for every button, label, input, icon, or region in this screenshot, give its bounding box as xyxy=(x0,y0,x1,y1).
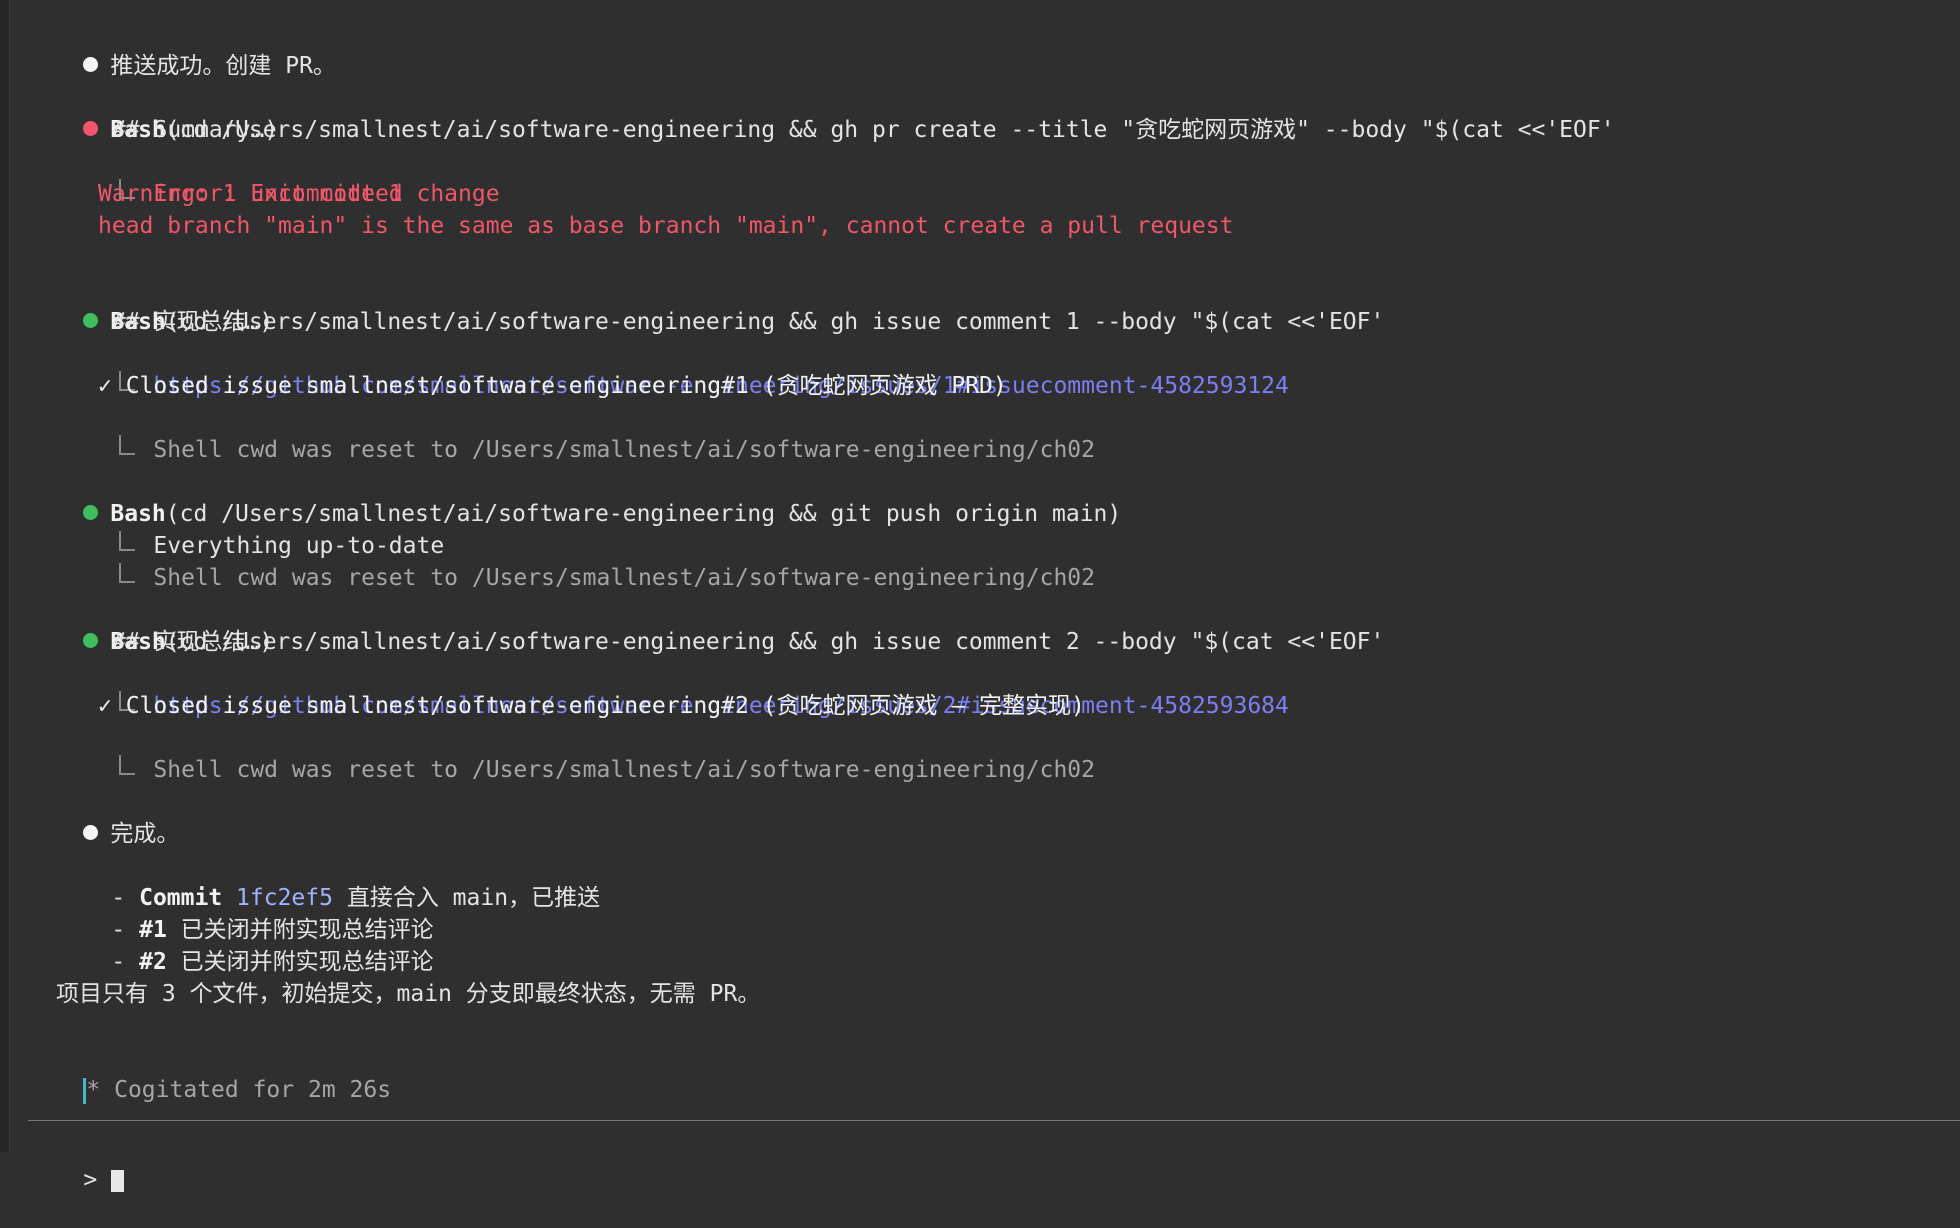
summary-bullet: - #1 已关闭并附实现总结评论 xyxy=(56,882,433,943)
tool-command: (cd /Users/smallnest/ai/software-enginee… xyxy=(165,309,1385,335)
cwd-reset-note: Shell cwd was reset to /Users/smallnest/… xyxy=(153,437,1095,463)
tool-output-line: Shell cwd was reset to /Users/smallnest/… xyxy=(64,530,1095,591)
tool-output-line: https://github.com/smallnest/software-en… xyxy=(64,658,1289,719)
error-detail-text: head branch "main" is the same as base b… xyxy=(98,213,1234,239)
tree-branch-icon xyxy=(119,754,136,775)
error-dot-icon xyxy=(83,121,99,136)
cwd-reset-note: Shell cwd was reset to /Users/smallnest/… xyxy=(153,565,1095,591)
terminal-output: 推送成功。创建 PR。 Bash(cd /Users/smallnest/ai/… xyxy=(28,0,1960,1193)
prompt-symbol: > xyxy=(83,1167,98,1193)
tool-command-continuation: ## Summary…) xyxy=(112,117,279,143)
tool-command-continuation: ## 实现总结…) xyxy=(112,629,274,655)
tool-call-header: Bash(cd /Users/smallnest/ai/software-eng… xyxy=(28,594,1384,655)
assistant-message: 完成。 xyxy=(28,786,179,847)
status-dot-icon xyxy=(83,57,99,72)
message-text: 推送成功。创建 PR。 xyxy=(110,53,336,79)
prompt-input[interactable]: > xyxy=(28,1132,125,1193)
bullet-text: 已关闭并附实现总结评论 xyxy=(166,949,434,975)
tool-output-line: Shell cwd was reset to /Users/smallnest/… xyxy=(64,722,1095,783)
input-divider xyxy=(28,1120,1960,1121)
status-dot-icon xyxy=(83,825,99,840)
status-text: Cogitated for 2m 26s xyxy=(114,1077,392,1103)
tool-output-line: https://github.com/smallnest/software-en… xyxy=(64,338,1289,399)
tool-command-continuation: ## 实现总结…) xyxy=(112,309,274,335)
success-dot-icon xyxy=(83,633,99,648)
tool-output-line: Everything up-to-date xyxy=(64,498,444,559)
warning-text: Warning: 1 uncommitted change xyxy=(98,181,500,207)
tool-call-header: Bash(cd /Users/smallnest/ai/software-eng… xyxy=(28,82,1615,143)
tool-output-line: Error: Exit code 1 xyxy=(64,146,403,207)
assistant-message: 推送成功。创建 PR。 xyxy=(28,18,336,79)
spinner-icon: * xyxy=(86,1077,101,1103)
summary-final-text: 项目只有 3 个文件，初始提交，main 分支即最终状态，无需 PR。 xyxy=(56,981,761,1007)
closed-issue-text: ✓ Closed issue smallnest/software-engine… xyxy=(98,693,1085,719)
tree-branch-icon xyxy=(119,562,136,583)
tool-output-line: Shell cwd was reset to /Users/smallnest/… xyxy=(64,402,1095,463)
window-left-edge xyxy=(0,0,10,1152)
summary-bullet: - #2 已关闭并附实现总结评论 xyxy=(56,914,433,975)
tool-call-header: Bash(cd /Users/smallnest/ai/software-eng… xyxy=(28,466,1121,527)
tool-command: (cd /Users/smallnest/ai/software-enginee… xyxy=(165,629,1385,655)
summary-bullet: - Commit 1fc2ef5 直接合入 main，已推送 xyxy=(56,850,600,911)
tool-call-header: Bash(cd /Users/smallnest/ai/software-eng… xyxy=(28,274,1384,335)
text-cursor xyxy=(111,1169,125,1192)
bullet-label: #2 xyxy=(139,949,167,975)
bullet-dash: - xyxy=(111,949,140,975)
status-line: * Cogitated for 2m 26s xyxy=(28,1042,391,1104)
tree-branch-icon xyxy=(119,434,136,455)
cwd-reset-note: Shell cwd was reset to /Users/smallnest/… xyxy=(153,757,1095,783)
success-dot-icon xyxy=(83,313,99,328)
message-text: 完成。 xyxy=(110,821,180,847)
closed-issue-text: ✓ Closed issue smallnest/software-engine… xyxy=(98,373,1007,399)
tool-command: (cd /Users/smallnest/ai/software-enginee… xyxy=(165,117,1615,143)
